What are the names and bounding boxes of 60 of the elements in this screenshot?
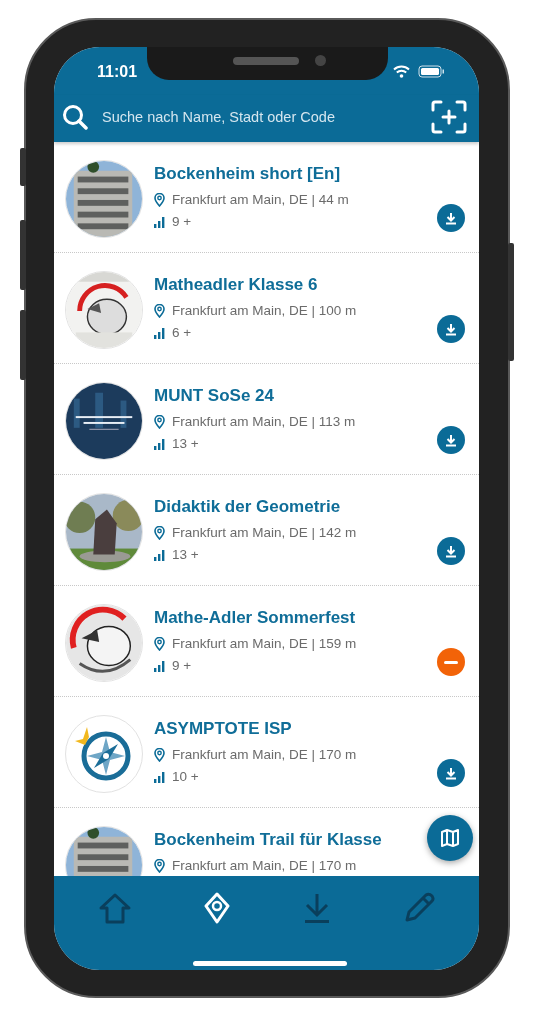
- trail-title: Bockenheim Trail für Klasse: [154, 829, 382, 851]
- home-icon: [98, 892, 133, 924]
- scan-icon[interactable]: [431, 99, 467, 134]
- grade-text: 13 +: [172, 436, 199, 452]
- bar-chart-icon: [154, 660, 165, 672]
- location-text: Frankfurt am Main, DE | 159 m: [172, 636, 357, 652]
- location-text: Frankfurt am Main, DE | 113 m: [172, 414, 356, 430]
- grade-text: 9 +: [172, 214, 192, 230]
- download-icon: [445, 211, 457, 225]
- trail-title: ASYMPTOTE ISP: [154, 718, 292, 740]
- grade-text: 13 +: [172, 547, 199, 563]
- grade-text: 6 +: [172, 325, 192, 341]
- status-time: 11:01: [97, 63, 138, 81]
- places-tab[interactable]: [204, 892, 231, 924]
- download-button[interactable]: [437, 759, 465, 787]
- search-field[interactable]: Suche nach Name, Stadt oder Code: [102, 108, 417, 125]
- trail-title: Bockenheim short [En]: [154, 163, 341, 185]
- grade-text: 9 +: [172, 658, 192, 674]
- download-icon: [445, 322, 457, 336]
- map-button[interactable]: [427, 815, 473, 861]
- download-button[interactable]: [437, 204, 465, 232]
- search-icon: [62, 103, 88, 130]
- download-button[interactable]: [437, 426, 465, 454]
- location-text: Frankfurt am Main, DE | 170 m: [172, 747, 357, 763]
- location-text: Frankfurt am Main, DE | 100 m: [172, 303, 357, 319]
- location-pin-icon: [154, 637, 165, 651]
- location-text: Frankfurt am Main, DE | 170 m: [172, 858, 357, 874]
- download-icon: [302, 892, 331, 924]
- location-text: Frankfurt am Main, DE | 44 m: [172, 192, 349, 208]
- minus-icon: [444, 660, 458, 664]
- remove-button[interactable]: [437, 648, 465, 676]
- location-pin-icon: [154, 415, 165, 429]
- trail-title: Mathe-Adler Sommerfest: [154, 607, 356, 629]
- location-pin-icon: [154, 748, 165, 762]
- grade-text: 10 +: [172, 769, 199, 785]
- trail-title: MUNT SoSe 24: [154, 385, 274, 407]
- camera-lens: [315, 55, 326, 66]
- location-text: Frankfurt am Main, DE | 142 m: [172, 525, 357, 541]
- trail-title: Matheadler Klasse 6: [154, 274, 318, 296]
- location-pin-icon: [204, 892, 231, 924]
- download-icon: [445, 544, 457, 558]
- download-button[interactable]: [437, 315, 465, 343]
- bar-chart-icon: [154, 549, 165, 561]
- location-pin-icon: [154, 526, 165, 540]
- bar-chart-icon: [154, 771, 165, 783]
- search-bar[interactable]: Suche nach Name, Stadt oder Code: [54, 95, 479, 142]
- bar-chart-icon: [154, 438, 165, 450]
- location-pin-icon: [154, 304, 165, 318]
- battery-icon: [418, 64, 445, 78]
- location-pin-icon: [154, 193, 165, 207]
- download-button[interactable]: [437, 537, 465, 565]
- trail-title: Didaktik der Geometrie: [154, 496, 341, 518]
- bar-chart-icon: [154, 327, 165, 339]
- download-icon: [445, 433, 457, 447]
- location-pin-icon: [154, 859, 165, 873]
- bar-chart-icon: [154, 216, 165, 228]
- map-icon: [441, 829, 459, 847]
- download-icon: [445, 766, 457, 780]
- speaker-grille: [233, 57, 299, 65]
- wifi-icon: [393, 64, 410, 78]
